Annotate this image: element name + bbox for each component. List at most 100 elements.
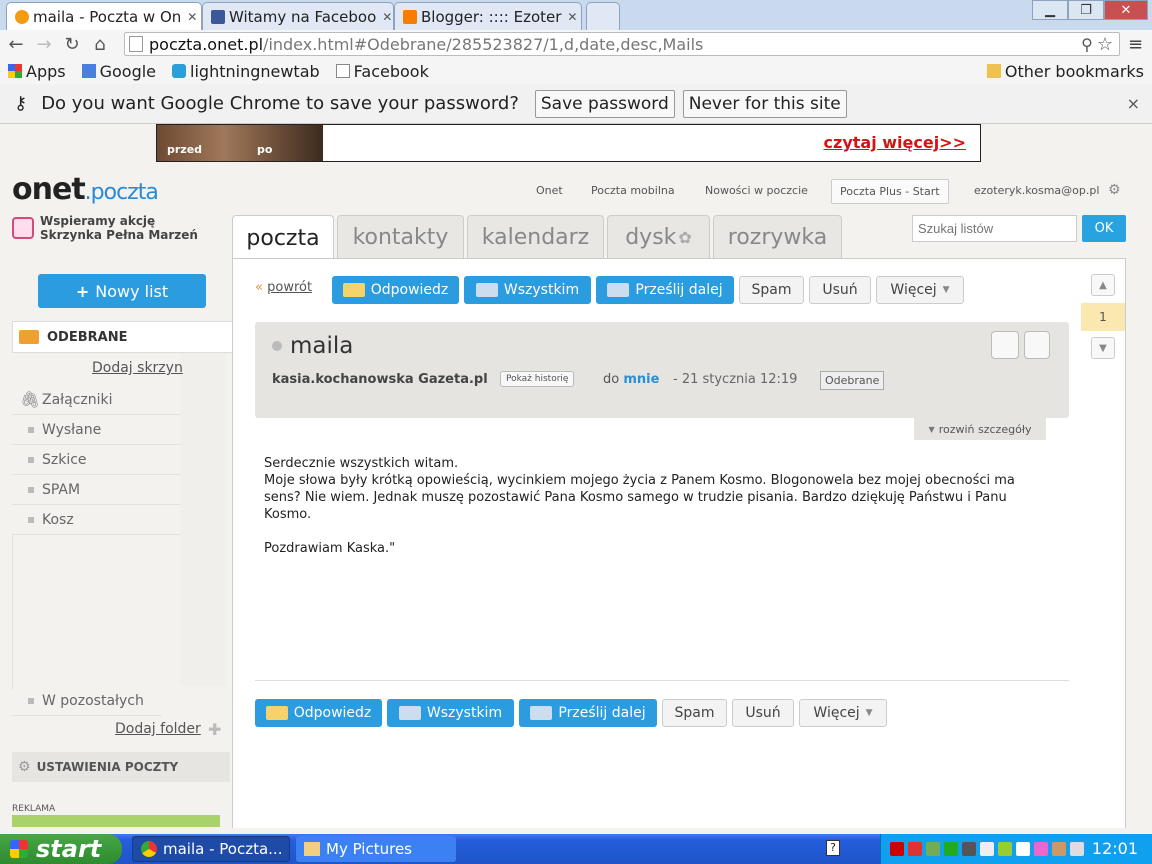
adobe-icon[interactable] xyxy=(890,842,904,856)
poczta-plus-button[interactable]: Poczta Plus - Start xyxy=(831,179,949,204)
ad-read-more-link[interactable]: czytaj więcej>> xyxy=(824,133,966,152)
maximize-button[interactable]: ❐ xyxy=(1068,0,1104,20)
taskbar-item-my-pictures[interactable]: My Pictures xyxy=(296,836,456,862)
reply-button[interactable]: Odpowiedz xyxy=(332,276,459,304)
print-icon[interactable] xyxy=(991,331,1019,359)
bullet-icon xyxy=(28,456,34,463)
address-bar[interactable]: poczta.onet.pl/index.html#Odebrane/28552… xyxy=(124,32,1120,56)
spam-button-bottom[interactable]: Spam xyxy=(662,699,727,727)
sidebar-panel xyxy=(180,324,225,686)
browser-tab-onet[interactable]: maila - Poczta w On ✕ xyxy=(6,2,202,30)
folder-label: Kosz xyxy=(42,511,74,528)
never-save-button[interactable]: Never for this site xyxy=(682,89,847,118)
close-tab-icon[interactable]: ✕ xyxy=(561,10,577,24)
start-button[interactable]: start xyxy=(0,834,122,864)
reply-button-bottom[interactable]: Odpowiedz xyxy=(255,699,382,727)
bookmark-facebook[interactable]: Facebook xyxy=(335,62,429,81)
reply-all-button-bottom[interactable]: Wszystkim xyxy=(387,699,514,727)
new-mail-button[interactable]: + Nowy list xyxy=(38,274,206,308)
forward-button[interactable]: Prześlij dalej xyxy=(596,276,734,304)
ad-banner[interactable]: przed po czytaj więcej>> xyxy=(156,124,981,162)
network-icon[interactable] xyxy=(926,842,940,856)
other-bookmarks[interactable]: Other bookmarks xyxy=(986,62,1144,81)
new-tab-button[interactable] xyxy=(586,2,620,30)
bookmark-google[interactable]: Google xyxy=(81,62,156,81)
forward-button-bottom[interactable]: Prześlij dalej xyxy=(519,699,657,727)
search-ok-button[interactable]: OK xyxy=(1082,215,1126,242)
sidebar-item-other-folders[interactable]: W pozostałych xyxy=(12,686,162,716)
next-message-button[interactable]: ▼ xyxy=(1091,337,1115,359)
help-icon[interactable]: ? xyxy=(826,840,840,856)
mail-settings[interactable]: ⚙ USTAWIENIA POCZTY xyxy=(12,752,230,782)
taskbar-item-chrome[interactable]: maila - Poczta... xyxy=(132,836,290,862)
divider xyxy=(255,680,1069,681)
back-link[interactable]: « powrót xyxy=(255,280,312,295)
tab-kalendarz[interactable]: kalendarz xyxy=(467,215,604,259)
forward-icon[interactable]: → xyxy=(32,34,56,55)
plus-icon[interactable]: ✚ xyxy=(208,720,221,739)
zoom-icon[interactable]: ⚲ xyxy=(1081,35,1093,54)
delete-button[interactable]: Usuń xyxy=(809,276,871,304)
close-tab-icon[interactable]: ✕ xyxy=(376,10,392,24)
tray-app-icon[interactable] xyxy=(1034,842,1048,856)
sidebar-item-spam[interactable]: SPAM xyxy=(12,475,180,505)
reload-icon[interactable]: ↻ xyxy=(60,34,84,55)
sidebar-item-trash[interactable]: Kosz xyxy=(12,505,180,535)
sidebar-item-attachments[interactable]: 🖇 Załączniki xyxy=(12,385,180,415)
onet-logo[interactable]: onet.poczta xyxy=(12,172,159,207)
link-mobile-mail[interactable]: Poczta mobilna xyxy=(591,184,675,197)
browser-tab-blogger[interactable]: Blogger: :::: Ezoter ✕ xyxy=(394,2,582,30)
previous-message-button[interactable]: ▲ xyxy=(1091,274,1115,296)
folder-badge[interactable]: Odebrane xyxy=(820,371,885,390)
tab-poczta[interactable]: poczta xyxy=(232,215,334,261)
expand-details-button[interactable]: ▼ rozwiń szczegóły xyxy=(914,418,1046,440)
browser-tab-facebook[interactable]: Witamy na Faceboo ✕ xyxy=(202,2,394,30)
popout-icon[interactable] xyxy=(1024,331,1050,359)
close-infobar-icon[interactable]: × xyxy=(1127,94,1140,113)
search-input[interactable] xyxy=(912,215,1077,242)
sidebar-item-inbox[interactable]: ODEBRANE xyxy=(12,321,232,353)
tab-kontakty[interactable]: kontakty xyxy=(337,215,464,259)
user-email[interactable]: ezoteryk.kosma@op.pl xyxy=(974,184,1099,197)
back-icon[interactable]: ← xyxy=(4,34,28,55)
home-icon[interactable]: ⌂ xyxy=(88,34,112,55)
recipient-name[interactable]: mnie xyxy=(623,372,659,387)
logo-poczta-text: .poczta xyxy=(84,180,159,205)
bookmark-lightningnewtab[interactable]: lightningnewtab xyxy=(172,62,320,81)
promo-banner[interactable]: Wspieramy akcję Skrzynka Pełna Marzeń xyxy=(12,214,198,242)
sidebar-item-drafts[interactable]: Szkice xyxy=(12,445,180,475)
gear-icon[interactable]: ⚙ xyxy=(1108,182,1121,198)
tray-app-icon[interactable] xyxy=(998,842,1012,856)
tray-app-icon[interactable] xyxy=(962,842,976,856)
more-button[interactable]: Więcej ▼ xyxy=(876,276,964,304)
tab-dysk[interactable]: dysk ✿ xyxy=(607,215,710,259)
reply-label: Odpowiedz xyxy=(293,705,372,721)
tray-app-icon[interactable] xyxy=(1052,842,1066,856)
star-icon[interactable]: ☆ xyxy=(1097,34,1113,55)
tray-app-icon[interactable] xyxy=(980,842,994,856)
delete-button-bottom[interactable]: Usuń xyxy=(732,699,794,727)
volume-icon[interactable] xyxy=(1016,842,1030,856)
sidebar-item-sent[interactable]: Wysłane xyxy=(12,415,180,445)
message-body: Serdecznie wszystkich witam. Moje słowa … xyxy=(264,456,1015,556)
more-button-bottom[interactable]: Więcej ▼ xyxy=(799,699,887,727)
menu-icon[interactable]: ≡ xyxy=(1128,34,1143,55)
add-folder-link[interactable]: Dodaj folder xyxy=(115,721,201,737)
spam-button[interactable]: Spam xyxy=(739,276,804,304)
tab-rozrywka[interactable]: rozrywka xyxy=(713,215,842,259)
minimize-button[interactable]: ▁ xyxy=(1032,0,1068,20)
signal-icon[interactable] xyxy=(944,842,958,856)
close-window-button[interactable]: ✕ xyxy=(1104,0,1148,20)
close-tab-icon[interactable]: ✕ xyxy=(181,10,197,24)
message-sender[interactable]: kasia.kochanowska Gazeta.pl xyxy=(272,372,488,387)
save-password-button[interactable]: Save password xyxy=(534,89,675,118)
reply-all-button[interactable]: Wszystkim xyxy=(464,276,591,304)
tray-app-icon[interactable] xyxy=(1070,842,1084,856)
pdf-icon[interactable] xyxy=(908,842,922,856)
add-mailbox-link[interactable]: Dodaj skrzyn xyxy=(92,360,183,376)
link-onet[interactable]: Onet xyxy=(536,184,563,197)
show-history-button[interactable]: Pokaż historię xyxy=(500,371,575,387)
bookmark-apps[interactable]: Apps xyxy=(8,62,66,81)
sidebar-ad[interactable] xyxy=(12,815,220,827)
link-whats-new[interactable]: Nowości w poczcie xyxy=(705,184,808,197)
